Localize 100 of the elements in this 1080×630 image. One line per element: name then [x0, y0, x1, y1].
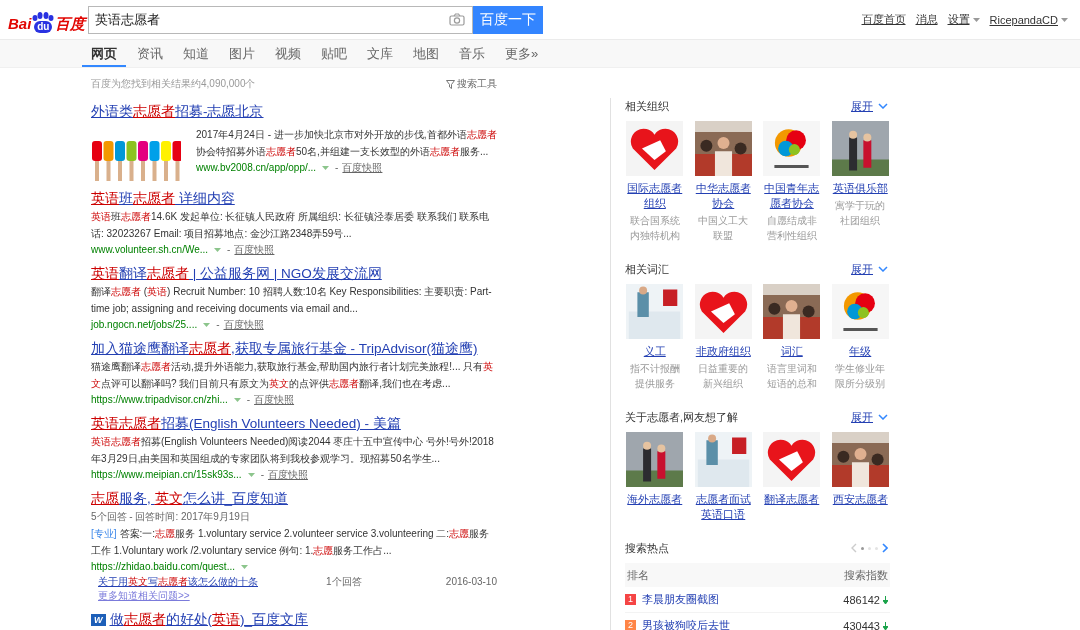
entity-link[interactable]: 年级: [849, 344, 872, 359]
result-title-link[interactable]: 做志愿者的好处(英语)_百度文库: [109, 611, 308, 629]
caret-icon: [1061, 17, 1068, 22]
section-title: 相关组织: [625, 98, 669, 114]
rank-badge: 1: [625, 594, 636, 605]
page-dot[interactable]: [861, 546, 864, 550]
result-snippet: 英语志愿者招募(English Volunteers Needed)阅读2044 枣庄十五中宣传中心 号外!号外!2018年3月29日,由美国和英国组成的专家团队将到我校参观学习。现招募50名学生...: [91, 435, 495, 466]
entity-link[interactable]: 翻译志愿者: [764, 492, 820, 507]
entity-link[interactable]: 词汇: [780, 344, 803, 359]
filter-icon: [446, 79, 455, 89]
header-link[interactable]: 百度首页: [861, 12, 906, 27]
caret-icon: [203, 322, 211, 327]
separator: -: [216, 318, 220, 332]
entity-link[interactable]: 海外志愿者: [627, 492, 683, 507]
question-date: 2016-03-10: [445, 575, 497, 589]
header-link[interactable]: 消息: [915, 12, 938, 27]
caret-icon: [233, 397, 241, 402]
question-link[interactable]: 关于用英文写志愿者该怎么做的十条: [98, 574, 326, 589]
result-title-link[interactable]: 英语志愿者招募(English Volunteers Needed) - 美篇: [91, 415, 401, 433]
separator: -: [260, 468, 264, 482]
expand-link[interactable]: 展开: [851, 98, 888, 114]
entity-link[interactable]: 中国青年志愿者协会: [762, 181, 822, 211]
search-index: 430443: [843, 619, 880, 630]
tab[interactable]: 知道: [183, 40, 209, 65]
hot-search-link[interactable]: 男孩被狗咬后去世: [642, 618, 730, 630]
result-count: 百度为您找到相关结果约4,090,000个: [91, 77, 256, 91]
more-link[interactable]: 更多知道相关问题>>: [91, 589, 497, 603]
result-title-link[interactable]: 英语翻译志愿者 | 公益服务网 | NGO发展交流网: [91, 265, 382, 283]
entity-link[interactable]: 国际志愿者组织: [625, 181, 685, 211]
answer-count: 1个回答: [326, 575, 363, 589]
result-title-link[interactable]: 外语类志愿者招募-志愿北京: [91, 103, 264, 121]
separator: -: [246, 393, 251, 407]
entity-link[interactable]: 非政府组织: [695, 344, 751, 359]
caret-icon: [972, 17, 980, 22]
snapshot-link[interactable]: 百度快照: [342, 160, 383, 175]
search-tools-link[interactable]: 搜索工具: [446, 77, 497, 91]
chevron-down-icon: [878, 103, 888, 109]
logo-text[interactable]: 百度: [55, 14, 86, 33]
tab[interactable]: 文库: [367, 40, 393, 65]
tab[interactable]: 更多»: [505, 40, 539, 65]
entity-link[interactable]: 西安志愿者: [832, 492, 888, 507]
chevron-left-icon: [851, 543, 857, 553]
entity-description: 联合国系统内独特机构: [628, 214, 681, 243]
caret-icon: [322, 165, 330, 170]
result-url: https://zhidao.baidu.com/quest...: [91, 560, 235, 574]
header-link[interactable]: 设置: [947, 12, 980, 27]
logo-text[interactable]: Bai: [8, 14, 32, 33]
result-url: www.bv2008.cn/app/opp/...: [196, 161, 317, 175]
snapshot-link[interactable]: 百度快照: [223, 317, 264, 332]
entity-link[interactable]: 英语俱乐部: [832, 181, 888, 196]
tab[interactable]: 资讯: [137, 40, 163, 65]
separator: -: [227, 243, 231, 257]
entity-description: 自愿结成非营利性组织: [765, 214, 818, 243]
caret-icon: [241, 564, 248, 569]
hot-search-link[interactable]: 李晨朋友圈截图: [642, 592, 719, 607]
snapshot-link[interactable]: 百度快照: [267, 467, 308, 482]
entity-link[interactable]: 中华志愿者协会: [693, 181, 753, 211]
camera-icon: [449, 12, 466, 26]
search-field[interactable]: 英语志愿者: [88, 5, 474, 34]
snapshot-link[interactable]: 百度快照: [234, 242, 275, 257]
tab[interactable]: 音乐: [459, 40, 485, 65]
caret-icon: [247, 472, 255, 477]
entity-description: 中国义工大联盟: [697, 214, 750, 243]
expand-link[interactable]: 展开: [851, 409, 888, 425]
answer-meta: 5个回答 - 回答时间: 2017年9月19日: [91, 510, 251, 524]
result-snippet: 翻译志愿者 (英语) Recruit Number: 10 招聘人数:10名 Key Responsibilities: 主要职责: Part-time job; assigning and receiving documents via email and...: [91, 285, 493, 316]
tab[interactable]: 网页: [82, 40, 126, 67]
tab[interactable]: 视频: [275, 40, 301, 65]
result-title-link[interactable]: 志愿服务, 英文怎么讲_百度知道: [91, 490, 289, 508]
result-snippet: [专业] 答案:一:志愿服务 1.voluntary service 2.volunteer service 3.volunteering 二:志愿服务工作 1.Voluntary work /2.voluntary service 例句: 1.志愿服务工作占...: [91, 527, 491, 558]
separator: -: [335, 161, 339, 175]
entity-link[interactable]: 志愿者面试英语口语: [693, 492, 753, 522]
expand-link[interactable]: 展开: [851, 261, 888, 277]
result-snippet: 英语班志愿者14.6K 发起单位: 长征镇人民政府 所属组织: 长征镇泾泰居委 联系我们 联系电话: 32023267 Email: 项目招募地点: 金沙江路2348弄59号...: [91, 210, 491, 241]
logo-text[interactable]: du: [34, 20, 53, 33]
entity-link[interactable]: 义工: [643, 344, 666, 359]
entity-description: 语言里词和短语的总和: [765, 362, 818, 391]
entity-description: 指不计报酬提供服务: [628, 362, 681, 391]
header-link[interactable]: RicepandaCD: [989, 13, 1068, 26]
section-title: 关于志愿者,网友想了解: [625, 409, 739, 425]
rank-badge: 2: [625, 620, 636, 630]
caret-icon: [214, 247, 222, 252]
section-title: 搜索热点: [625, 540, 669, 556]
result-title-link[interactable]: 加入猫途鹰翻译志愿者,获取专属旅行基金 - TripAdvisor(猫途鹰): [91, 340, 478, 358]
result-url: www.volunteer.sh.cn/We...: [91, 243, 209, 257]
result-title-link[interactable]: 英语班志愿者 详细内容: [91, 190, 235, 208]
entity-description: 寓学于玩的社团组织: [834, 199, 887, 228]
chevron-down-icon: [878, 414, 888, 420]
tab[interactable]: 地图: [413, 40, 439, 65]
result-snippet: 2017年4月24日 - 进一步加快北京市对外开放的步伐,首都外语志愿者协会特招募外语志愿者50名,并组建一支长效型的外语志愿者服务...: [196, 128, 497, 159]
search-button[interactable]: 百度一下: [473, 5, 544, 34]
result-snippet: 猫途鹰翻译志愿者活动,提升外语能力,获取旅行基金,帮助国内旅行者计划完美旅程!... 只有英文点评可以翻译吗? 我们目前只有原文为英文的点评供志愿者翻译,我们也在考虑...: [91, 360, 495, 391]
result-url: https://www.meipian.cn/15sk93s...: [91, 468, 242, 482]
tab[interactable]: 贴吧: [321, 40, 347, 65]
column-header: 搜索指数: [844, 568, 888, 583]
tab[interactable]: 图片: [229, 40, 255, 65]
column-header: 排名: [627, 568, 649, 583]
snapshot-link[interactable]: 百度快照: [254, 392, 295, 407]
result-url: job.ngocn.net/jobs/25....: [91, 318, 198, 332]
result-url: https://www.tripadvisor.cn/zhi...: [91, 393, 228, 407]
